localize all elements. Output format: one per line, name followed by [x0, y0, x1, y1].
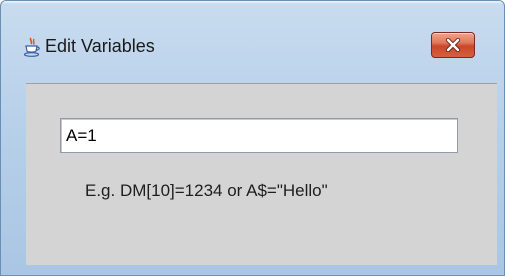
- dialog-content: E.g. DM[10]=1234 or A$="Hello": [26, 83, 497, 265]
- example-hint: E.g. DM[10]=1234 or A$="Hello": [85, 181, 328, 200]
- java-cup-icon: [23, 37, 41, 57]
- window-title: Edit Variables: [45, 36, 155, 56]
- close-icon: [445, 38, 461, 52]
- variable-input[interactable]: [60, 118, 458, 153]
- close-button[interactable]: [431, 32, 475, 58]
- title-bar[interactable]: Edit Variables: [1, 1, 504, 81]
- dialog-window: Edit Variables E.g. DM[10]=1234 or A$="H…: [0, 0, 505, 276]
